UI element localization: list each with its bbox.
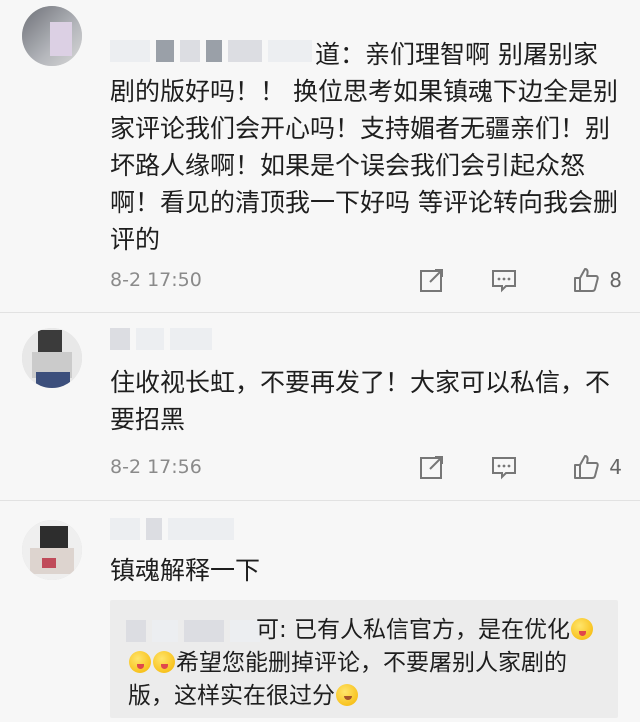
comment-icon[interactable] xyxy=(491,454,517,480)
comment-icon[interactable] xyxy=(491,267,517,293)
like-button[interactable]: 4 xyxy=(573,454,622,480)
comment-text: 住收视长虹，不要再发了！大家可以私信，不要招黑 xyxy=(110,368,611,434)
divider xyxy=(0,312,640,313)
thumbs-up-icon[interactable] xyxy=(573,267,599,293)
share-icon[interactable] xyxy=(419,267,445,293)
username-blurred[interactable] xyxy=(110,516,234,542)
crying-emoji-icon xyxy=(336,684,358,706)
reply-username-tail[interactable]: 可 xyxy=(256,617,279,643)
face-emoji-icon xyxy=(129,651,151,673)
reply-text: 可: 已有人私信官方，是在优化希望您能删掉评论，不要屠别人家剧的版，这样实在很过… xyxy=(128,614,608,713)
face-emoji-icon xyxy=(153,651,175,673)
avatar[interactable] xyxy=(22,6,82,66)
avatar[interactable] xyxy=(22,328,82,388)
divider xyxy=(0,500,640,501)
thumbs-up-icon[interactable] xyxy=(573,454,599,480)
like-count: 8 xyxy=(609,268,622,292)
comment-meta: 8-2 17:50 8 xyxy=(110,265,622,295)
username-tail[interactable]: 道 xyxy=(315,40,340,69)
username-blurred[interactable] xyxy=(110,326,212,352)
timestamp: 8-2 17:56 xyxy=(110,456,202,478)
like-count: 4 xyxy=(609,455,622,479)
avatar[interactable] xyxy=(22,520,82,580)
face-emoji-icon xyxy=(571,618,594,640)
share-icon[interactable] xyxy=(419,454,445,480)
comment-text: 镇魂解释一下 xyxy=(110,556,261,585)
like-button[interactable]: 8 xyxy=(573,267,622,293)
comment-meta: 8-2 17:56 4 xyxy=(110,452,622,482)
comment-text: 道：亲们理智啊 别屠别家剧的版好吗！！ 换位思考如果镇魂下边全是别家评论我们会开… xyxy=(110,40,618,254)
timestamp: 8-2 17:50 xyxy=(110,269,202,291)
reply-preview[interactable]: 可: 已有人私信官方，是在优化希望您能删掉评论，不要屠别人家剧的版，这样实在很过… xyxy=(110,600,618,718)
